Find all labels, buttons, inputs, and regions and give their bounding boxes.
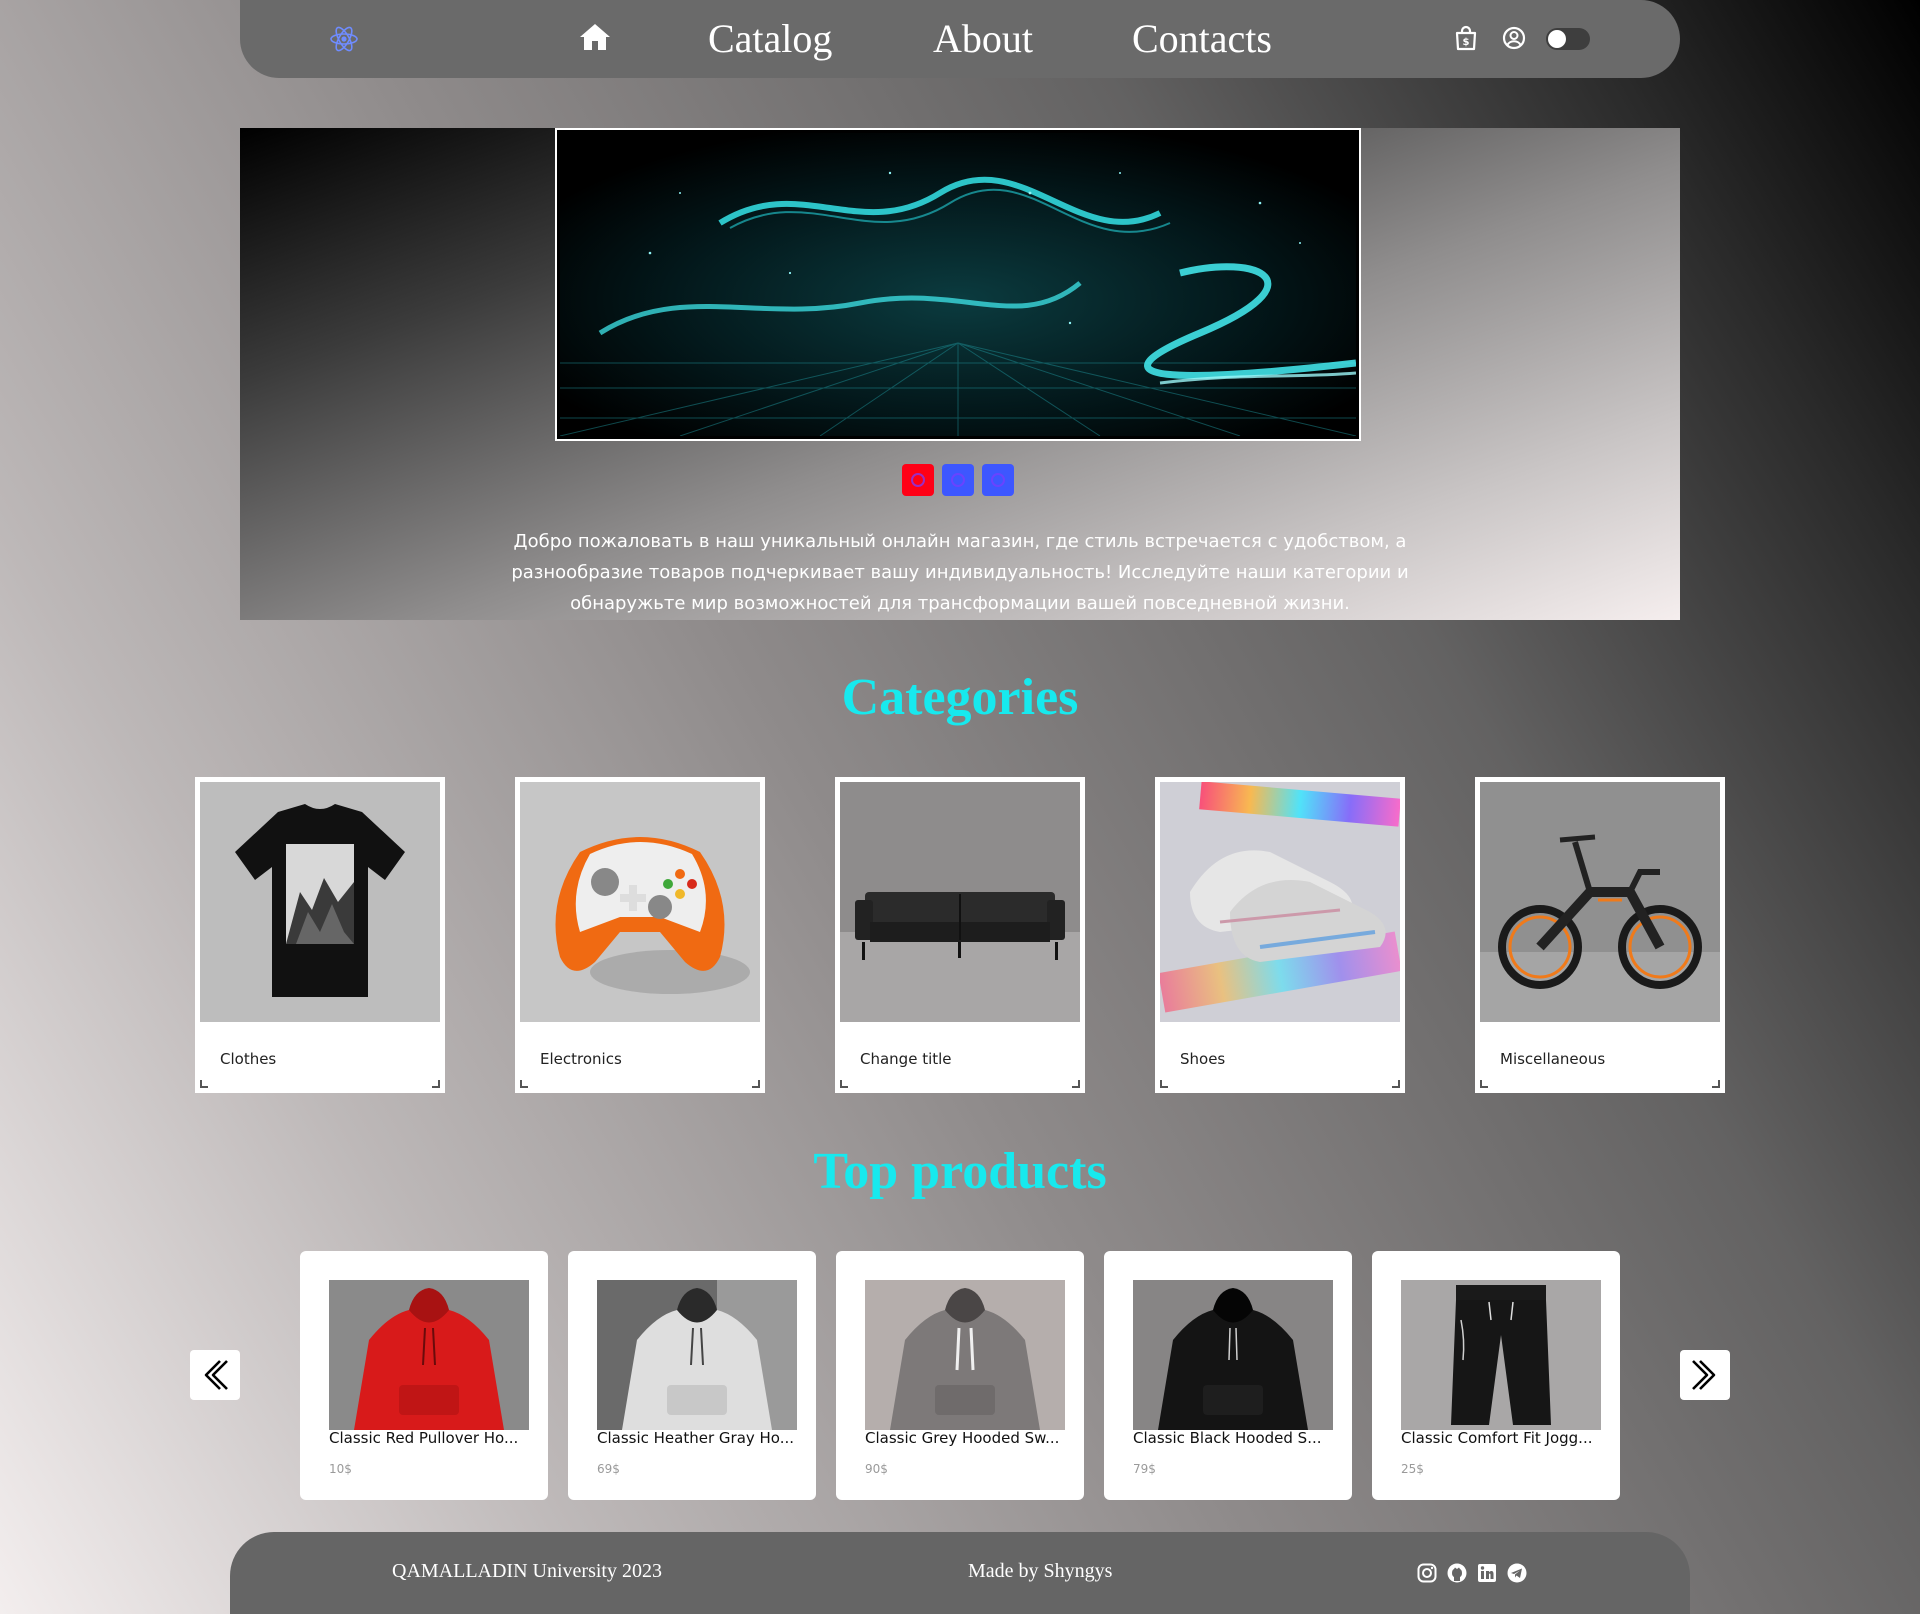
- svg-text:$: $: [1463, 37, 1470, 48]
- card-corner: [752, 1080, 760, 1088]
- chevron-right-icon: [1692, 1360, 1716, 1390]
- product-card[interactable]: Classic Red Pullover Ho... 10$: [300, 1251, 548, 1500]
- category-label: Clothes: [220, 1050, 277, 1068]
- category-label: Miscellaneous: [1500, 1050, 1606, 1068]
- top-navbar: Catalog About Contacts $: [240, 0, 1680, 78]
- category-card-clothes[interactable]: Clothes: [195, 777, 445, 1093]
- categories-heading: Categories: [841, 669, 1079, 726]
- card-corner: [432, 1080, 440, 1088]
- category-label: Electronics: [540, 1050, 622, 1068]
- category-card-miscellaneous[interactable]: Miscellaneous: [1475, 777, 1725, 1093]
- slider-dot-3[interactable]: [982, 464, 1014, 496]
- product-card[interactable]: Classic Black Hooded S... 79$: [1104, 1251, 1352, 1500]
- top-products-heading: Top products: [813, 1143, 1107, 1200]
- react-atom-icon[interactable]: [328, 23, 360, 55]
- carousel-prev-button[interactable]: [190, 1350, 240, 1400]
- product-image: [1401, 1280, 1601, 1430]
- instagram-icon[interactable]: [1416, 1562, 1438, 1584]
- card-corner: [1712, 1080, 1720, 1088]
- category-label: Shoes: [1180, 1050, 1226, 1068]
- card-corner: [1392, 1080, 1400, 1088]
- shopping-bag-icon[interactable]: $: [1452, 24, 1480, 52]
- telegram-icon[interactable]: [1506, 1562, 1528, 1584]
- slider-dot-2[interactable]: [942, 464, 974, 496]
- product-image: [1133, 1280, 1333, 1430]
- nav-contacts[interactable]: Contacts: [1132, 14, 1272, 64]
- category-image: [1480, 782, 1720, 1022]
- product-name: Classic Grey Hooded Sw...: [865, 1429, 1060, 1447]
- home-icon[interactable]: [578, 21, 612, 53]
- card-corner: [1160, 1080, 1168, 1088]
- product-name: Classic Heather Gray Ho...: [597, 1429, 795, 1447]
- card-corner: [200, 1080, 208, 1088]
- linkedin-icon[interactable]: [1476, 1562, 1498, 1584]
- hero-slide[interactable]: [555, 128, 1361, 441]
- product-image: [865, 1280, 1065, 1430]
- page-footer: QAMALLADIN University 2023 Made by Shyng…: [230, 1532, 1690, 1614]
- theme-toggle[interactable]: [1546, 28, 1590, 50]
- product-card[interactable]: Classic Heather Gray Ho... 69$: [568, 1251, 816, 1500]
- chevron-left-icon: [204, 1360, 228, 1390]
- category-label: Change title: [860, 1050, 952, 1068]
- product-name: Classic Black Hooded S...: [1133, 1429, 1322, 1447]
- product-image: [597, 1280, 797, 1430]
- card-corner: [520, 1080, 528, 1088]
- product-name: Classic Red Pullover Ho...: [329, 1429, 519, 1447]
- product-price: 79$: [1133, 1462, 1156, 1476]
- hero-slide-image: [560, 133, 1356, 436]
- product-price: 25$: [1401, 1462, 1424, 1476]
- category-image: [840, 782, 1080, 1022]
- product-price: 90$: [865, 1462, 888, 1476]
- category-card-shoes[interactable]: Shoes: [1155, 777, 1405, 1093]
- category-card-electronics[interactable]: Electronics: [515, 777, 765, 1093]
- page: Catalog About Contacts $ Добро пожаловат…: [0, 0, 1920, 1614]
- footer-copyright: QAMALLADIN University 2023: [392, 1560, 662, 1582]
- category-image: [520, 782, 760, 1022]
- product-image: [329, 1280, 529, 1430]
- category-card-furniture[interactable]: Change title: [835, 777, 1085, 1093]
- product-card[interactable]: Classic Comfort Fit Jogg... 25$: [1372, 1251, 1620, 1500]
- hero-section: Добро пожаловать в наш уникальный онлайн…: [240, 128, 1680, 620]
- github-icon[interactable]: [1446, 1562, 1468, 1584]
- product-name: Classic Comfort Fit Jogg...: [1401, 1429, 1593, 1447]
- product-price: 69$: [597, 1462, 620, 1476]
- category-image: [200, 782, 440, 1022]
- carousel-next-button[interactable]: [1680, 1350, 1730, 1400]
- product-card[interactable]: Classic Grey Hooded Sw... 90$: [836, 1251, 1084, 1500]
- card-corner: [1480, 1080, 1488, 1088]
- hero-welcome-text: Добро пожаловать в наш уникальный онлайн…: [511, 531, 1409, 614]
- nav-about[interactable]: About: [933, 14, 1033, 64]
- product-price: 10$: [329, 1462, 352, 1476]
- footer-author: Made by Shyngys: [968, 1560, 1113, 1582]
- card-corner: [840, 1080, 848, 1088]
- card-corner: [1072, 1080, 1080, 1088]
- user-circle-icon[interactable]: [1500, 24, 1528, 52]
- slider-dot-1[interactable]: [902, 464, 934, 496]
- nav-catalog[interactable]: Catalog: [708, 14, 832, 64]
- theme-toggle-knob: [1548, 30, 1566, 48]
- category-image: [1160, 782, 1400, 1022]
